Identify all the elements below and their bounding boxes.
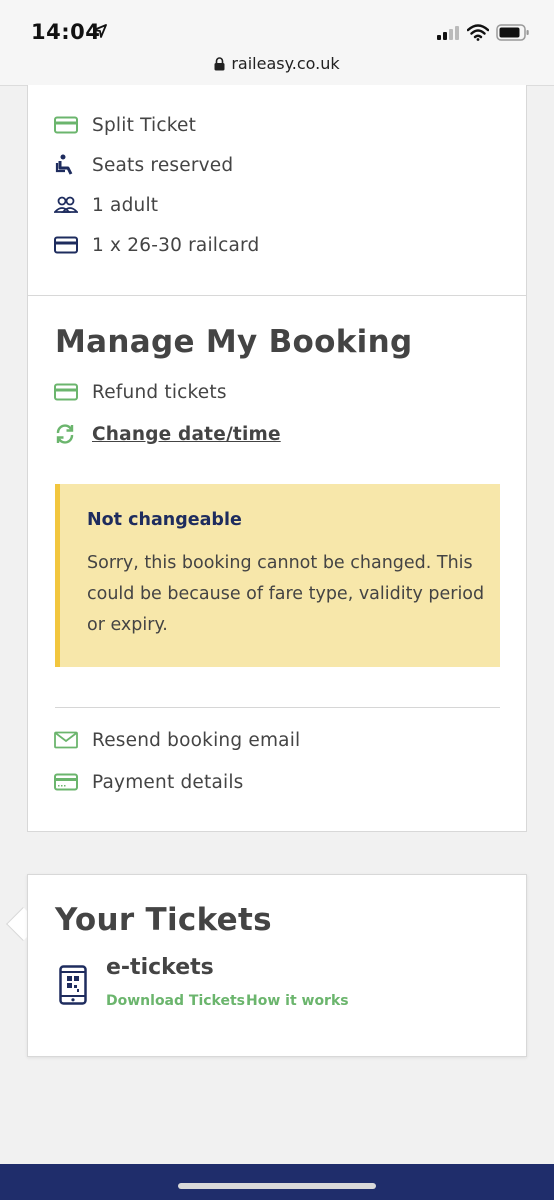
how-it-works-link[interactable]: How it works [246, 993, 349, 1009]
download-tickets-link[interactable]: Download Tickets [106, 993, 245, 1009]
signal-icon [437, 26, 459, 40]
envelope-icon [54, 727, 80, 753]
address-bar[interactable]: raileasy.co.uk [0, 54, 554, 73]
summary-item-label: 1 adult [92, 194, 159, 216]
summary-item-label: 1 x 26-30 railcard [92, 234, 260, 256]
passengers-icon [54, 192, 80, 218]
refund-tickets-label: Refund tickets [92, 381, 227, 403]
your-tickets-title: Your Tickets [55, 902, 272, 938]
credit-card-icon [54, 769, 80, 795]
divider [55, 707, 500, 708]
change-date-time-link[interactable]: Change date/time [54, 421, 281, 447]
change-date-time-label[interactable]: Change date/time [92, 424, 281, 445]
mobile-ticket-icon [59, 965, 87, 1005]
seat-icon [54, 152, 80, 178]
location-arrow-icon [93, 24, 107, 38]
your-tickets-card: Your Tickets e-tickets Download Tickets … [27, 874, 527, 1057]
manage-booking-title: Manage My Booking [55, 324, 413, 360]
battery-icon [496, 24, 529, 41]
railcard-icon [54, 232, 80, 258]
booking-summary-card: Split Ticket Seats reserved 1 adult 1 x … [27, 85, 527, 296]
e-tickets-label: e-tickets [106, 955, 214, 980]
refresh-icon [54, 421, 80, 447]
resend-email-item[interactable]: Resend booking email [54, 727, 300, 753]
clock: 14:04 [31, 20, 101, 44]
payment-details-label[interactable]: Payment details [92, 772, 244, 793]
alert-text: Sorry, this booking cannot be changed. T… [87, 553, 485, 635]
alert-title: Not changeable [87, 510, 242, 530]
status-bar: 14:04 raileasy.co.uk [0, 0, 554, 86]
resend-email-label[interactable]: Resend booking email [92, 730, 300, 751]
refund-tickets-item: Refund tickets [54, 379, 227, 405]
url-text: raileasy.co.uk [231, 54, 340, 73]
ticket-icon [54, 379, 80, 405]
summary-item-seats: Seats reserved [54, 152, 233, 178]
summary-item-split-ticket: Split Ticket [54, 112, 196, 138]
wifi-icon [467, 24, 489, 41]
summary-item-label: Seats reserved [92, 154, 234, 176]
not-changeable-alert: Not changeable Sorry, this booking canno… [55, 484, 500, 667]
summary-item-railcard: 1 x 26-30 railcard [54, 232, 259, 258]
summary-item-passengers: 1 adult [54, 192, 158, 218]
payment-details-item[interactable]: Payment details [54, 769, 244, 795]
summary-item-label: Split Ticket [92, 114, 197, 136]
ticket-icon [54, 112, 80, 138]
home-indicator[interactable] [178, 1183, 376, 1189]
manage-booking-card: Manage My Booking Refund tickets Change … [27, 295, 527, 832]
bottom-bar [0, 1164, 554, 1200]
lock-icon [214, 57, 225, 71]
